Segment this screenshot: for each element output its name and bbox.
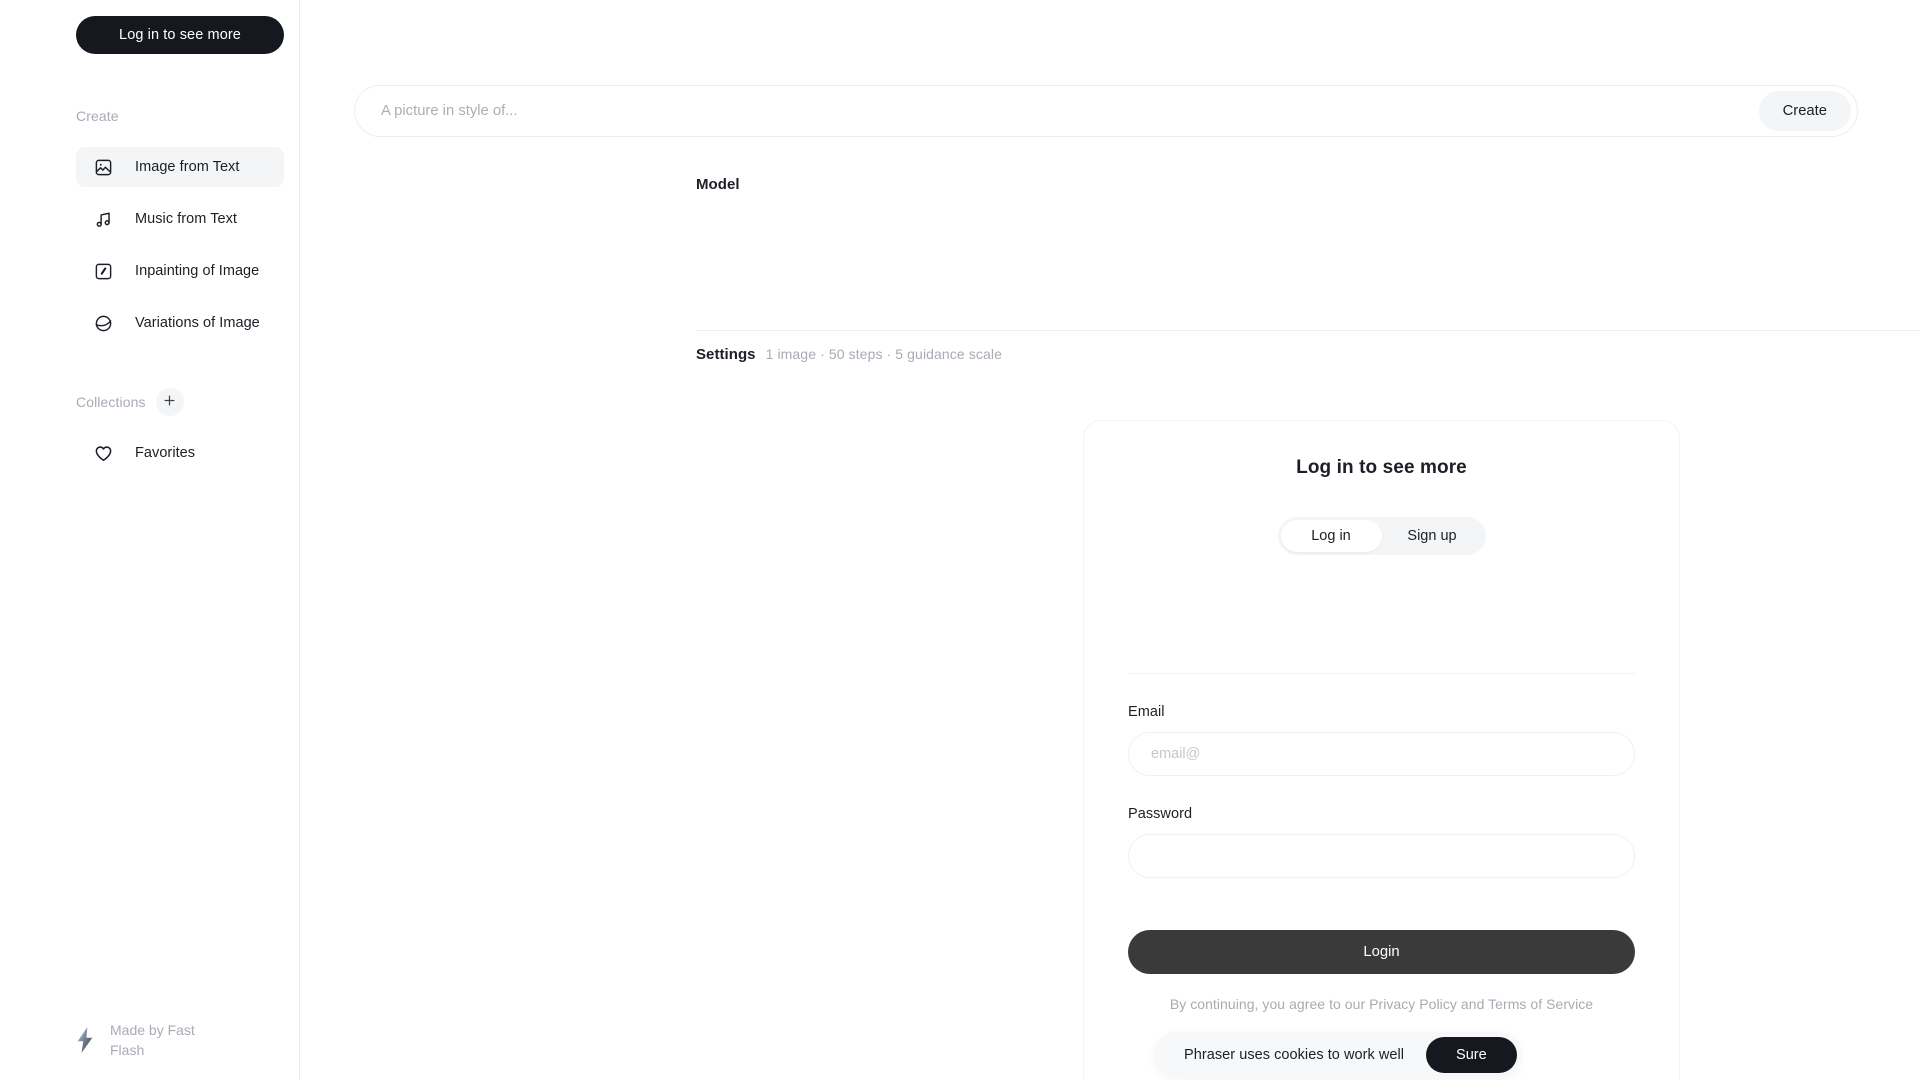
privacy-policy-link[interactable]: Privacy Policy (1369, 996, 1457, 1012)
model-panel-header: Model (696, 160, 1920, 208)
model-panel: Model (696, 160, 1920, 330)
variations-sphere-icon (94, 314, 113, 333)
made-by-label: Made by Fast Flash (110, 1022, 195, 1059)
add-collection-button[interactable] (155, 388, 184, 416)
password-label: Password (1128, 806, 1193, 822)
cookie-accept-button[interactable]: Sure (1426, 1037, 1517, 1073)
login-submit-button[interactable]: Login (1128, 930, 1635, 974)
prompt-input[interactable] (381, 86, 1759, 136)
settings-panel: Settings 1 image · 50 steps · 5 guidance… (696, 330, 1920, 378)
sidebar-item-label: Variations of Image (135, 315, 260, 331)
heart-icon (94, 444, 113, 463)
login-modal: Log in to see more Log in Sign up Email … (1083, 420, 1680, 1080)
auth-tab-group: Log in Sign up (1277, 517, 1486, 555)
tab-log-in[interactable]: Log in (1280, 520, 1382, 552)
sidebar-item-variations-of-image[interactable]: Variations of Image (76, 303, 284, 343)
login-modal-title: Log in to see more (1296, 457, 1467, 478)
music-note-icon (94, 210, 113, 229)
sidebar-collections-header: Collections (76, 388, 184, 416)
sidebar-item-image-from-text[interactable]: Image from Text (76, 147, 284, 187)
email-field-group: Email (1128, 704, 1635, 776)
terms-of-service-link[interactable]: Terms of Service (1488, 996, 1593, 1012)
prompt-bar: Create (354, 85, 1858, 137)
sidebar-item-label: Favorites (135, 445, 196, 461)
sidebar-section-create: Create (76, 108, 119, 124)
cookie-banner-text: Phraser uses cookies to work well (1184, 1047, 1405, 1063)
sidebar-login-button[interactable]: Log in to see more (76, 16, 284, 54)
model-panel-title: Model (696, 175, 740, 193)
settings-panel-header: Settings 1 image · 50 steps · 5 guidance… (696, 330, 1920, 378)
sidebar-item-inpainting-of-image[interactable]: Inpainting of Image (76, 251, 284, 291)
image-icon (94, 158, 113, 177)
sidebar-item-label: Image from Text (135, 159, 240, 175)
main-content: Create Model Settings 1 image · 50 (300, 0, 1920, 1080)
sidebar-item-music-from-text[interactable]: Music from Text (76, 199, 284, 239)
email-input[interactable] (1128, 732, 1635, 776)
app-root: Log in to see more Create Image from Tex… (0, 0, 1920, 1080)
plus-icon (162, 393, 177, 411)
password-field-group: Password (1128, 806, 1635, 878)
sidebar-item-label: Music from Text (135, 211, 238, 227)
legal-text: By continuing, you agree to our Privacy … (1128, 996, 1635, 1012)
sidebar-section-collections: Collections (76, 394, 146, 410)
email-label: Email (1128, 704, 1165, 720)
lightning-bolt-icon (72, 1025, 98, 1055)
legal-prefix: By continuing, you agree to our (1169, 996, 1370, 1012)
settings-panel-title: Settings (696, 345, 756, 363)
tab-sign-up[interactable]: Sign up (1382, 520, 1483, 552)
legal-middle: and (1456, 996, 1489, 1012)
password-input[interactable] (1128, 834, 1635, 878)
inpainting-icon (94, 262, 113, 281)
sidebar-item-label: Inpainting of Image (135, 263, 260, 279)
sidebar: Log in to see more Create Image from Tex… (0, 0, 300, 1080)
settings-panel-summary: 1 image · 50 steps · 5 guidance scale (765, 346, 1002, 362)
create-button[interactable]: Create (1758, 91, 1851, 131)
sidebar-item-favorites[interactable]: Favorites (76, 433, 284, 473)
login-modal-divider (1128, 673, 1635, 674)
made-by-footer: Made by Fast Flash (72, 1020, 220, 1061)
cookie-banner: Phraser uses cookies to work well Sure (1154, 1032, 1522, 1078)
